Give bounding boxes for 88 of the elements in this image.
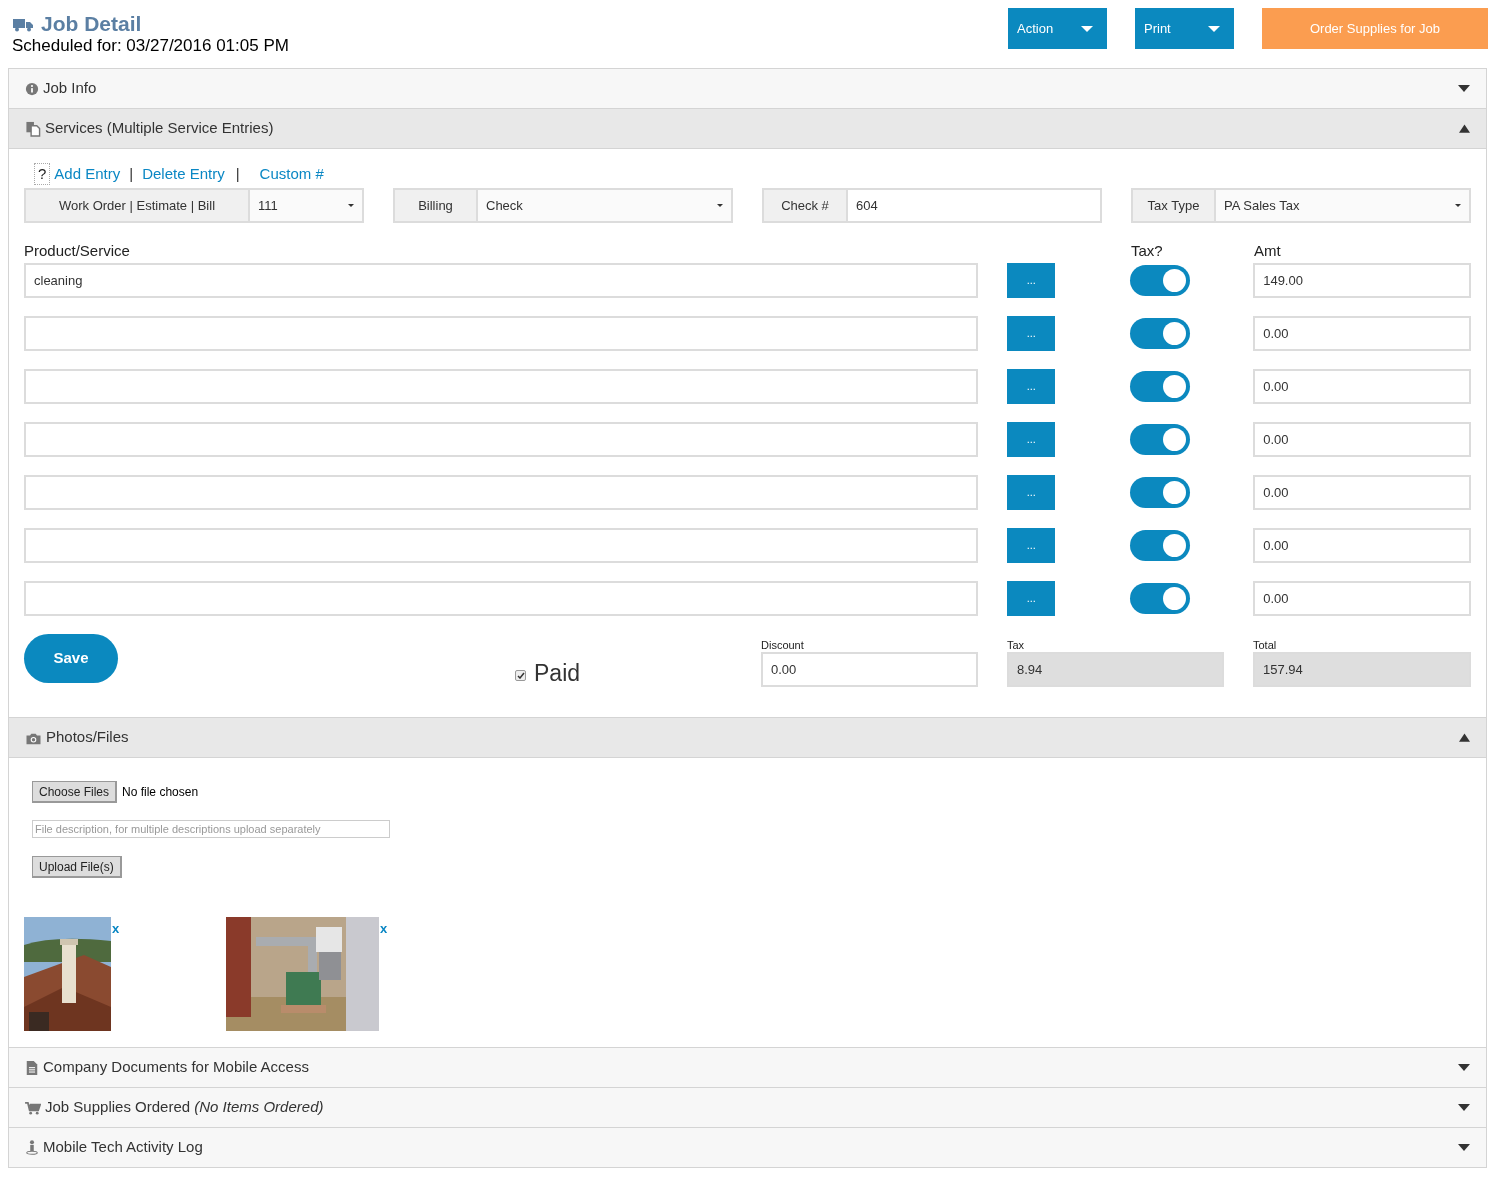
link[interactable]: Delete Entry [142,162,225,186]
product-field[interactable] [24,528,979,563]
remove-button[interactable]: x [380,922,388,936]
product-field[interactable] [24,369,979,404]
field-caption: Discount [761,638,805,652]
tax-toggle[interactable] [1130,583,1191,614]
tax-toggle[interactable] [1130,424,1191,455]
tax-toggle[interactable] [1130,265,1191,296]
help-link[interactable]: ? [34,163,51,185]
more-button[interactable]: ... [1007,422,1056,457]
save-button[interactable]: Save [24,634,118,683]
caret-icon [1455,204,1461,207]
figure-icon [25,1139,39,1156]
field-label: Billing [393,188,478,223]
tax-toggle[interactable] [1130,477,1191,508]
link[interactable]: Custom # [259,162,324,186]
amount-field[interactable]: 149.00 [1253,263,1471,298]
field-label: Work Order | Estimate | Bill [24,188,250,223]
amount-field[interactable]: 0.00 [1253,369,1471,404]
more-button[interactable]: ... [1007,263,1056,298]
total-field: 157.94 [1253,652,1471,687]
discount-field[interactable]: 0.00 [761,652,978,687]
expand-arrow-icon [1458,85,1470,92]
section-header[interactable]: Job Supplies Ordered (No Items Ordered) [9,1088,1486,1128]
amount-field[interactable]: 0.00 [1253,475,1471,510]
total-field: 8.94 [1007,652,1224,687]
caret-icon [717,204,723,207]
file-status: No file chosen [122,784,199,801]
section-header[interactable]: Mobile Tech Activity Log [9,1128,1486,1168]
tax-toggle[interactable] [1130,318,1191,349]
choose-files-button[interactable]: Choose Files [32,781,118,803]
field-caption: Total [1253,638,1278,652]
paid-checkbox[interactable] [515,669,526,681]
more-button[interactable]: ... [1007,475,1056,510]
collapse-arrow-icon [1459,124,1470,133]
more-button[interactable]: ... [1007,316,1056,351]
separator: | [235,163,240,184]
select-field[interactable]: Check [478,188,733,223]
more-button[interactable]: ... [1007,581,1056,616]
more-button[interactable]: ... [1007,369,1056,404]
section-header[interactable]: Job Info [9,69,1486,109]
product-field[interactable] [24,316,979,351]
upload-button[interactable]: Upload File(s) [32,856,122,878]
truck-icon [12,16,33,32]
caret-icon [348,204,354,207]
description-field[interactable]: File description, for multiple descriptions upload separately [32,820,390,838]
cart-icon [25,1100,41,1115]
column-label: Amt [1254,241,1281,261]
separator: | [129,163,134,184]
field-label: Check # [762,188,848,223]
caret-icon [1081,25,1093,32]
collapse-arrow-icon [1459,733,1470,742]
link[interactable]: Add Entry [54,162,121,186]
document-icon [25,1059,39,1076]
tax-toggle[interactable] [1130,371,1191,402]
expand-arrow-icon [1458,1104,1470,1111]
column-label: Product/Service [24,241,131,261]
product-field[interactable] [24,581,979,616]
paid-label: Paid [534,658,581,688]
field-label: Tax Type [1131,188,1216,223]
amount-field[interactable]: 0.00 [1253,316,1471,351]
product-field[interactable] [24,422,979,457]
select-field[interactable]: 111 [250,188,364,223]
section-header[interactable]: Company Documents for Mobile Access [9,1048,1486,1088]
column-label: Tax? [1131,241,1164,261]
product-field[interactable] [24,475,979,510]
select-field[interactable]: PA Sales Tax [1216,188,1471,223]
amount-field[interactable]: 0.00 [1253,581,1471,616]
tax-toggle[interactable] [1130,530,1191,561]
field-caption: Tax [1007,638,1026,652]
amount-field[interactable]: 0.00 [1253,528,1471,563]
input-field[interactable]: 604 [848,188,1102,223]
section-header[interactable]: Photos/Files [9,718,1486,758]
more-button[interactable]: ... [1007,528,1056,563]
remove-button[interactable]: x [112,922,120,936]
section-header[interactable]: Services (Multiple Service Entries) [9,109,1486,149]
dropdown-button[interactable]: Action [1008,8,1107,49]
page-title: Job Detail [41,12,142,36]
info-icon [25,81,39,96]
expand-arrow-icon [1458,1064,1470,1071]
scheduled-date: Scheduled for: 03/27/2016 01:05 PM [12,36,289,56]
caret-icon [1208,25,1220,32]
copy-icon [25,120,41,137]
product-field[interactable]: cleaning [24,263,979,298]
amount-field[interactable]: 0.00 [1253,422,1471,457]
check-icon [516,671,525,679]
expand-arrow-icon [1458,1144,1470,1151]
dropdown-button[interactable]: Print [1135,8,1234,49]
